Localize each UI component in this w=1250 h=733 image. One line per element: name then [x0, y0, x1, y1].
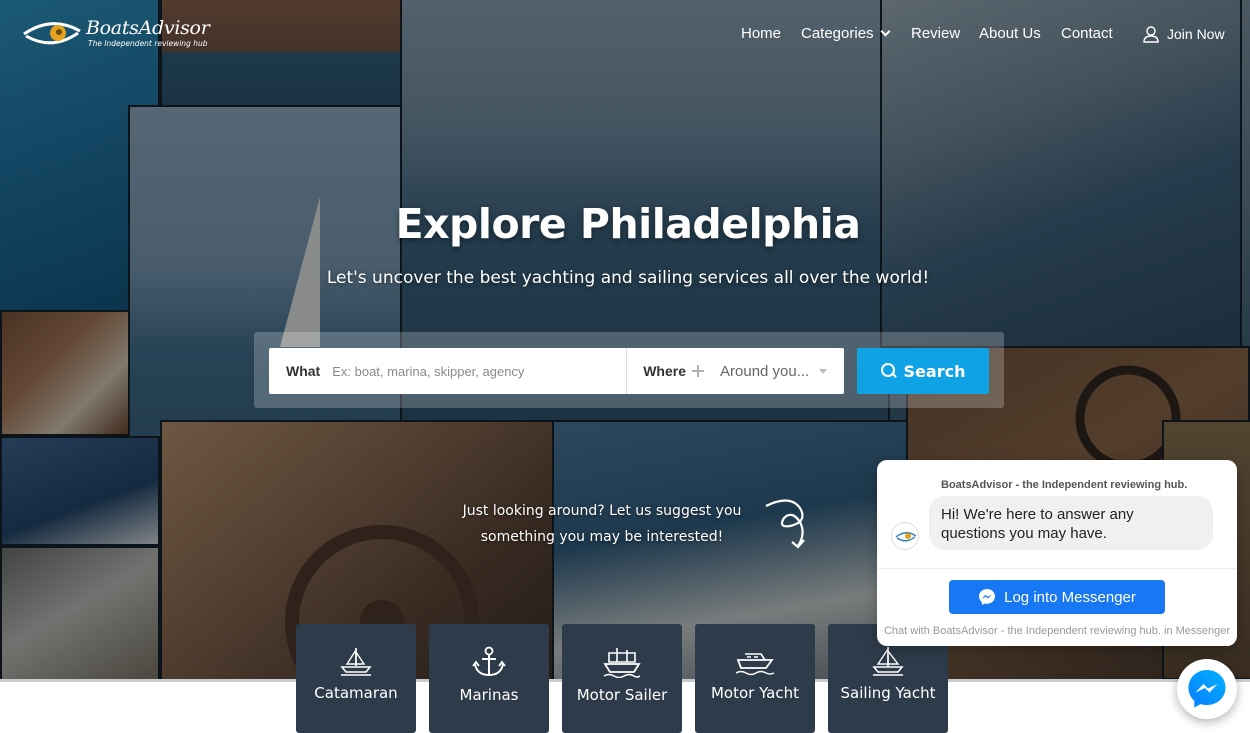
chat-message: Hi! We're here to answer any questions y… — [929, 496, 1213, 550]
category-label: Motor Sailer — [576, 686, 668, 704]
messenger-button-label: Log into Messenger — [1004, 588, 1136, 606]
category-card-catamaran[interactable]: Catamaran — [296, 624, 416, 733]
join-now-link[interactable]: Join Now — [1143, 24, 1225, 44]
category-label: Catamaran — [314, 684, 398, 702]
what-label: What — [286, 363, 321, 379]
category-card-motor-yacht[interactable]: Motor Yacht — [695, 624, 815, 733]
join-now-label: Join Now — [1167, 26, 1225, 42]
log-into-messenger-button[interactable]: Log into Messenger — [949, 580, 1165, 614]
search-button[interactable]: Search — [857, 348, 989, 394]
search-box: What Where Around you... — [269, 348, 844, 394]
brand-logo[interactable]: BoatsAdvisor The Independent reviewing h… — [22, 16, 210, 50]
nav-item-label: Categories — [801, 24, 874, 42]
suggestion-text: Just looking around? Let us suggest you … — [452, 498, 752, 550]
search-divider — [626, 348, 628, 394]
hero-subtitle: Let's uncover the best yachting and sail… — [326, 268, 930, 288]
motor-sailer-icon — [603, 648, 641, 678]
category-card-motor-sailer[interactable]: Motor Sailer — [562, 624, 682, 733]
eye-logo-icon — [23, 22, 81, 45]
nav-item-label: Home — [741, 24, 782, 42]
hero-title: Explore Philadelphia — [395, 200, 861, 248]
messenger-chat-widget: BoatsAdvisor - the Independent reviewing… — [877, 460, 1237, 646]
nav-item-about-us[interactable]: About Us — [979, 23, 1041, 43]
where-label: Where — [643, 363, 687, 379]
motor-yacht-icon — [735, 653, 775, 676]
nav-item-review[interactable]: Review — [911, 23, 960, 43]
chat-header: BoatsAdvisor - the Independent reviewing… — [941, 479, 1188, 491]
search-panel: What Where Around you... Search — [254, 332, 1004, 408]
search-icon — [880, 363, 897, 379]
suggestion-line: something you may be interested! — [480, 529, 724, 545]
nav-item-home[interactable]: Home — [741, 23, 781, 43]
nav-item-categories[interactable]: Categories — [801, 23, 890, 43]
chat-divider — [877, 568, 1237, 569]
curly-arrow-icon — [765, 499, 805, 549]
chevron-down-icon — [880, 26, 890, 36]
user-icon — [1143, 25, 1159, 43]
suggestion-line: Just looking around? Let us suggest you — [462, 503, 742, 519]
sailing-yacht-icon — [872, 646, 904, 676]
nav-item-contact[interactable]: Contact — [1061, 23, 1113, 43]
top-navigation: BoatsAdvisor The Independent reviewing h… — [0, 0, 1250, 66]
locate-icon[interactable] — [692, 365, 705, 377]
brand-name: BoatsAdvisor — [86, 17, 210, 39]
nav-item-label: Review — [911, 24, 961, 42]
search-button-label: Search — [903, 361, 966, 381]
nav-item-label: About Us — [979, 24, 1041, 42]
dropdown-caret-icon — [819, 368, 828, 374]
category-card-marinas[interactable]: Marinas — [429, 624, 549, 733]
where-select-value: Around you... — [720, 362, 810, 380]
catamaran-icon — [340, 647, 372, 676]
category-label: Motor Yacht — [710, 684, 800, 702]
category-label: Marinas — [459, 686, 519, 704]
avatar — [891, 522, 919, 550]
messenger-icon — [979, 589, 996, 605]
brand-tagline: The Independent reviewing hub — [88, 39, 208, 48]
anchor-icon — [472, 646, 506, 677]
nav-item-label: Contact — [1061, 24, 1113, 42]
messenger-icon — [1188, 670, 1226, 708]
where-select[interactable]: Around you... — [704, 362, 828, 380]
chat-footer: Chat with BoatsAdvisor - the Independent… — [883, 625, 1231, 637]
what-search-input[interactable] — [332, 363, 613, 379]
category-label: Sailing Yacht — [840, 684, 936, 702]
messenger-launcher-button[interactable] — [1177, 659, 1237, 719]
